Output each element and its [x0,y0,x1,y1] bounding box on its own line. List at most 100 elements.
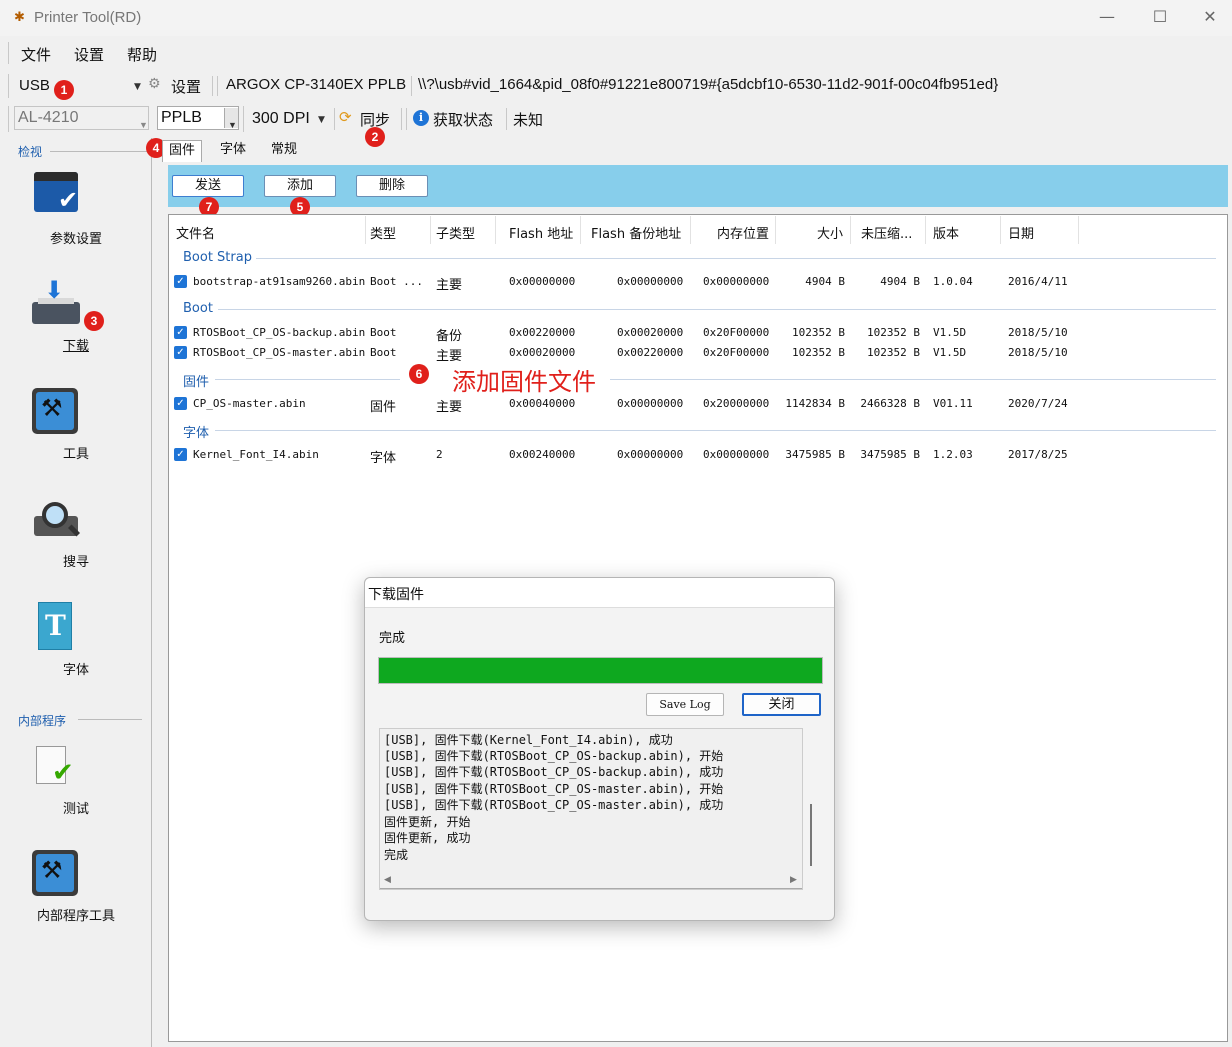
check-icon: ✔ [52,758,74,788]
table-row[interactable]: ✓ RTOSBoot_CP_OS-backup.abin Boot 备份 0x0… [174,325,1214,344]
separator [506,108,507,130]
group-header-font: 字体 [183,426,210,441]
tab-font[interactable]: 字体 [214,140,252,162]
status-value: 未知 [513,112,544,129]
column-type[interactable]: 类型 [370,223,396,242]
cell-version: V1.5D [933,346,967,359]
cell-subtype: 备份 [436,329,463,344]
column-divider [850,216,851,244]
menu-file[interactable]: 文件 [21,44,51,65]
column-flash-backup[interactable]: Flash 备份地址 [591,223,681,242]
info-icon[interactable]: i [413,110,429,126]
sidebar-item-test[interactable]: ✔ [32,744,80,792]
menu-help[interactable]: 帮助 [127,44,157,65]
table-row[interactable]: ✓ bootstrap-at91sam9260.abin Boot ... 主要… [174,274,1214,293]
cell-flash: 0x00000000 [509,275,576,288]
cell-filename: Kernel_Font_I4.abin [193,448,319,461]
column-subtype[interactable]: 子类型 [436,223,475,242]
sidebar-item-font[interactable]: T [38,602,72,650]
settings-button[interactable]: 设置 [171,76,201,97]
download-firmware-dialog: 下载固件 完成 Save Log 关闭 [USB], 固件下载(Kernel_F… [364,577,835,921]
cell-filename: RTOSBoot_CP_OS-master.abin [193,346,366,359]
dpi-value: 300 DPI [252,110,310,127]
tab-firmware[interactable]: 固件 [162,140,203,162]
tab-general[interactable]: 常规 [265,140,303,162]
table-row[interactable]: ✓ RTOSBoot_CP_OS-master.abin Boot 主要 0x0… [174,345,1214,364]
group-header-boot: Boot [183,301,213,316]
column-date[interactable]: 日期 [1008,223,1034,242]
send-button[interactable]: 发送 [172,175,244,197]
cell-type: Boot ... [370,275,423,288]
column-uncompressed[interactable]: 未压缩... [861,223,912,242]
title-bar [0,0,1232,36]
dialog-close-button[interactable]: 关闭 [742,693,821,716]
cell-uncompressed: 3475985 B [860,448,920,461]
column-size[interactable]: 大小 [817,223,843,242]
row-checkbox[interactable]: ✓ [174,448,187,461]
sidebar-item-download[interactable]: ⬇ [32,276,80,326]
menu-settings[interactable]: 设置 [74,44,104,65]
column-flash-address[interactable]: Flash 地址 [509,223,573,242]
cell-size: 102352 B [792,326,845,339]
cell-flash: 0x00240000 [509,448,576,461]
sidebar-item-tools-label: 工具 [62,447,89,462]
cell-memory: 0x00000000 [703,448,770,461]
row-checkbox[interactable]: ✓ [174,346,187,359]
group-header-firmware: 固件 [183,375,210,390]
dialog-title-bar[interactable]: 下载固件 [365,578,834,608]
cell-uncompressed: 102352 B [867,326,920,339]
dpi-select[interactable]: 300 DPI ▼ [248,106,332,132]
badge-3: 3 [84,311,104,331]
separator [334,108,335,130]
horizontal-scrollbar[interactable] [380,888,802,889]
sidebar-item-search[interactable] [34,500,82,546]
cell-memory: 0x20000000 [703,397,770,410]
chevron-down-icon: ▼ [318,115,325,125]
dropdown-button[interactable]: ▼ [224,108,238,130]
table-row[interactable]: ✓ CP_OS-master.abin 固件 主要 0x00040000 0x0… [174,396,1214,415]
badge-2: 2 [365,127,385,147]
delete-button[interactable]: 删除 [356,175,428,197]
save-log-button[interactable]: Save Log [646,693,724,716]
add-button[interactable]: 添加 [264,175,336,197]
row-checkbox[interactable]: ✓ [174,397,187,410]
row-checkbox[interactable]: ✓ [174,275,187,288]
language-select[interactable]: PPLB ▼ [157,106,239,130]
sidebar-item-settings[interactable]: ✔ [32,172,80,220]
get-status-button[interactable]: 获取状态 [433,109,493,130]
gear-icon[interactable]: ⚙ [148,76,161,92]
vertical-scrollbar-thumb[interactable] [810,804,812,866]
row-checkbox[interactable]: ✓ [174,326,187,339]
sync-icon[interactable]: ⟳ [339,108,352,126]
log-line: [USB], 固件下载(RTOSBoot_CP_OS-master.abin),… [384,798,724,812]
log-line: 完成 [384,848,409,862]
magnifier-icon [42,502,68,528]
cell-uncompressed: 102352 B [867,346,920,359]
scroll-left-icon[interactable]: ◀ [384,875,391,885]
maximize-button[interactable]: ☐ [1140,4,1180,30]
scroll-right-icon[interactable]: ▶ [790,875,797,885]
port-select[interactable]: USB ▼ [14,73,144,99]
column-version[interactable]: 版本 [933,223,959,242]
close-window-button[interactable]: ✕ [1190,4,1230,30]
table-row[interactable]: ✓ Kernel_Font_I4.abin 字体 2 0x00240000 0x… [174,447,1214,466]
log-line: 固件更新, 成功 [384,831,471,845]
sidebar-item-tools[interactable]: ⚒ [32,388,78,434]
log-textbox[interactable]: [USB], 固件下载(Kernel_Font_I4.abin), 成功 [US… [379,728,812,890]
model-select[interactable]: AL-4210 ▼ [14,106,149,130]
cell-version: V1.5D [933,326,967,339]
minimize-button[interactable]: — [1087,4,1127,30]
separator [212,76,213,96]
cell-version: 1.0.04 [933,275,973,288]
sidebar-item-internal-tools[interactable]: ⚒ [32,850,78,896]
group-line [215,430,1216,431]
column-filename[interactable]: 文件名 [176,223,215,242]
column-memory[interactable]: 内存位置 [717,223,769,242]
log-line: [USB], 固件下载(RTOSBoot_CP_OS-master.abin),… [384,782,724,796]
cell-size: 4904 B [805,275,845,288]
chevron-down-icon: ▼ [134,82,141,92]
cell-uncompressed: 4904 B [880,275,920,288]
annotation-add-firmware: 添加固件文件 [452,368,596,396]
group-line [256,258,1216,259]
cell-type: 固件 [370,400,397,415]
